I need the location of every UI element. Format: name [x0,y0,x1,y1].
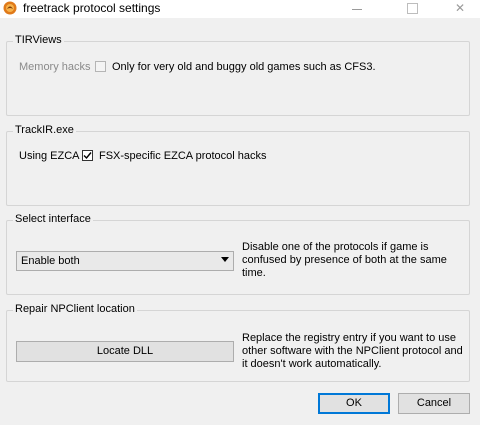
trackir-group: TrackIR.exe Using EZCA FSX-specific EZCA… [6,124,470,206]
npclient-description: Replace the registry entry if you want t… [242,332,463,370]
ezca-protocol-checkbox[interactable] [82,150,93,161]
title-bar[interactable]: freetrack protocol settings ✕ [0,0,480,18]
select-interface-group: Select interface Enable both Disable one… [6,213,470,295]
ok-button[interactable]: OK [318,393,390,414]
maximize-icon [407,3,418,14]
close-button[interactable]: ✕ [445,0,475,18]
npclient-group-title: Repair NPClient location [13,303,137,315]
interface-dropdown[interactable]: Enable both [16,251,234,271]
maximize-button[interactable] [397,0,427,18]
chevron-down-icon [221,257,229,262]
minimize-icon [352,9,362,10]
freetrack-app-icon [3,1,17,15]
using-ezca-label: Using EZCA [19,150,80,162]
npclient-group: Repair NPClient location Locate DLL Repl… [6,303,470,382]
cancel-button[interactable]: Cancel [398,393,470,414]
ezca-protocol-checkbox-label[interactable]: FSX-specific EZCA protocol hacks [99,150,267,162]
interface-dropdown-value: Enable both [21,255,80,267]
select-interface-group-title: Select interface [13,213,93,225]
memory-hacks-label: Memory hacks [19,61,91,73]
tirviews-group: TIRViews Memory hacks Only for very old … [6,34,470,116]
locate-dll-button[interactable]: Locate DLL [16,341,234,362]
window-title: freetrack protocol settings [23,1,161,15]
trackir-group-title: TrackIR.exe [13,124,76,136]
minimize-button[interactable] [342,0,372,18]
memory-hacks-checkbox-label[interactable]: Only for very old and buggy old games su… [112,61,376,73]
close-icon: ✕ [454,1,466,15]
checkmark-icon [83,152,92,160]
interface-description: Disable one of the protocols if game is … [242,241,447,279]
memory-hacks-checkbox[interactable] [95,61,106,72]
tirviews-group-title: TIRViews [13,34,64,46]
